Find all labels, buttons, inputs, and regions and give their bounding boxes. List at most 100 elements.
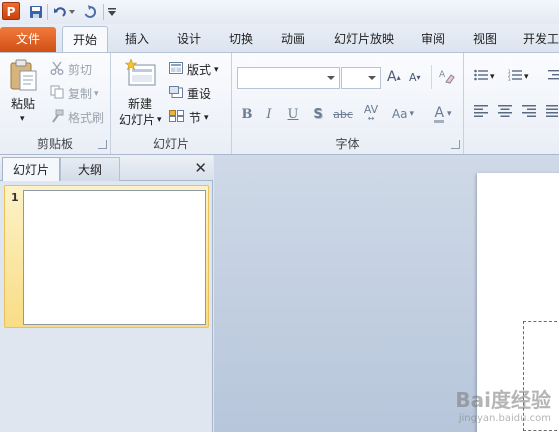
new-slide-label-2: 幻灯片: [119, 113, 156, 127]
numbering-dropdown-icon[interactable]: ▾: [524, 72, 529, 82]
shrink-font-label: A: [409, 71, 417, 84]
text-shadow-button[interactable]: S: [309, 104, 327, 124]
font-group: A ▴ A ▾ A B I U S abc AV ↔ Aa ▾ A ▾ 字体: [232, 53, 464, 154]
format-painter-label: 格式刷: [68, 111, 105, 125]
align-right-button[interactable]: [522, 105, 536, 120]
svg-text:3: 3: [508, 77, 511, 81]
quick-access-toolbar: P: [0, 0, 559, 24]
divider: [431, 65, 432, 89]
slide-thumbnail-selected[interactable]: 1: [4, 185, 209, 328]
tab-file[interactable]: 文件: [0, 27, 56, 52]
change-case-button[interactable]: Aa ▾: [388, 104, 418, 124]
layout-dropdown-icon[interactable]: ▾: [214, 65, 219, 75]
divider: [103, 4, 104, 20]
section-dropdown-icon[interactable]: ▾: [204, 113, 209, 123]
clear-formatting-button[interactable]: A: [439, 68, 455, 87]
italic-button[interactable]: I: [260, 104, 278, 124]
section-icon: [169, 110, 185, 125]
strikethrough-button[interactable]: abc: [332, 104, 354, 124]
align-center-button[interactable]: [498, 105, 512, 120]
character-spacing-label: AV: [363, 103, 379, 116]
clipboard-group-label: 剪贴板: [36, 137, 73, 151]
reset-label: 重设: [187, 87, 212, 101]
slide-number: 1: [11, 191, 19, 204]
font-size-combo[interactable]: [341, 67, 381, 89]
cut-button[interactable]: 剪切: [50, 61, 92, 78]
bullets-dropdown-icon[interactable]: ▾: [490, 72, 495, 82]
tab-developer[interactable]: 开发工: [516, 26, 559, 52]
cut-label: 剪切: [68, 63, 93, 77]
bold-button[interactable]: B: [238, 104, 256, 124]
font-size-dropdown-icon[interactable]: [368, 76, 376, 80]
tab-insert[interactable]: 插入: [116, 26, 158, 52]
copy-dropdown-icon[interactable]: ▾: [94, 89, 99, 99]
watermark: Bai度经验 jingyan.baidu.com: [455, 384, 551, 424]
align-left-button[interactable]: [474, 105, 488, 120]
layout-label: 版式: [187, 63, 212, 77]
undo-dropdown-icon[interactable]: [67, 2, 77, 22]
reset-icon: [169, 86, 183, 101]
close-panel-icon[interactable]: ✕: [194, 159, 207, 177]
tab-outline-panel[interactable]: 大纲: [60, 157, 120, 181]
change-case-dropdown-icon[interactable]: ▾: [410, 109, 415, 119]
tab-review[interactable]: 审阅: [412, 26, 454, 52]
reset-button[interactable]: 重设: [169, 85, 211, 102]
redo-icon[interactable]: [80, 2, 100, 22]
save-icon[interactable]: [26, 2, 46, 22]
grow-arrow-icon: ▴: [396, 72, 401, 82]
format-painter-button[interactable]: 格式刷: [50, 109, 104, 126]
paste-icon[interactable]: [8, 59, 38, 94]
align-left-icon: [474, 105, 488, 120]
divider: [47, 4, 48, 20]
tab-design[interactable]: 设计: [168, 26, 210, 52]
justify-button[interactable]: [546, 105, 558, 120]
new-slide-icon[interactable]: [124, 58, 157, 92]
slides-group-label: 幻灯片: [152, 137, 189, 151]
bullets-button[interactable]: ▾: [474, 69, 495, 84]
new-slide-button[interactable]: 幻灯片 ▾: [119, 111, 162, 128]
grow-font-label: A: [387, 69, 397, 85]
new-slide-dropdown-icon[interactable]: ▾: [157, 115, 162, 125]
tab-home[interactable]: 开始: [62, 26, 108, 52]
ribbon: 粘贴 ▾ 剪切 复制 ▾ 格式刷 剪贴板 新建 幻灯片 ▾ 版式 ▾ 重设 节 …: [0, 52, 559, 155]
panel-tabs: 幻灯片 大纲 ✕: [0, 155, 213, 181]
tab-slides-panel[interactable]: 幻灯片: [2, 157, 60, 181]
font-dialog-launcher-icon[interactable]: [451, 140, 460, 149]
underline-button[interactable]: U: [284, 104, 302, 124]
font-group-label: 字体: [335, 137, 360, 151]
decrease-indent-button[interactable]: [548, 69, 559, 84]
copy-button[interactable]: 复制 ▾: [50, 85, 99, 102]
paste-dropdown-icon[interactable]: ▾: [20, 114, 25, 124]
font-name-dropdown-icon[interactable]: [327, 76, 335, 80]
font-color-button[interactable]: A ▾: [428, 104, 458, 124]
shrink-arrow-icon: ▾: [416, 73, 421, 82]
scissors-icon: [50, 61, 64, 78]
tab-animations[interactable]: 动画: [272, 26, 314, 52]
svg-text:A: A: [439, 70, 446, 80]
slides-panel: 幻灯片 大纲 ✕ 1: [0, 155, 213, 432]
grow-font-button[interactable]: A ▴: [387, 69, 401, 85]
tab-view[interactable]: 视图: [464, 26, 506, 52]
bullets-icon: [474, 69, 488, 84]
indent-icon: [548, 69, 559, 84]
font-color-dropdown-icon[interactable]: ▾: [447, 109, 452, 119]
powerpoint-logo-icon[interactable]: P: [2, 2, 20, 20]
copy-label: 复制: [68, 87, 93, 101]
customize-toolbar-icon[interactable]: [106, 2, 118, 22]
clipboard-dialog-launcher-icon[interactable]: [98, 140, 107, 149]
paste-button[interactable]: 粘贴: [11, 95, 35, 112]
slide-thumbnail[interactable]: [23, 190, 206, 325]
tab-transitions[interactable]: 切换: [220, 26, 262, 52]
eraser-icon: A: [439, 68, 455, 87]
tab-slideshow[interactable]: 幻灯片放映: [326, 26, 402, 52]
numbering-button[interactable]: 123 ▾: [508, 69, 529, 84]
slides-group: 新建 幻灯片 ▾ 版式 ▾ 重设 节 ▾ 幻灯片: [111, 53, 232, 154]
format-painter-icon: [50, 109, 64, 126]
shrink-font-button[interactable]: A ▾: [409, 71, 421, 84]
section-button[interactable]: 节 ▾: [169, 109, 209, 126]
character-spacing-button[interactable]: AV ↔: [358, 104, 384, 124]
new-slide-label[interactable]: 新建: [128, 95, 152, 112]
layout-button[interactable]: 版式 ▾: [169, 61, 219, 78]
font-name-combo[interactable]: [237, 67, 340, 89]
layout-icon: [169, 62, 183, 77]
